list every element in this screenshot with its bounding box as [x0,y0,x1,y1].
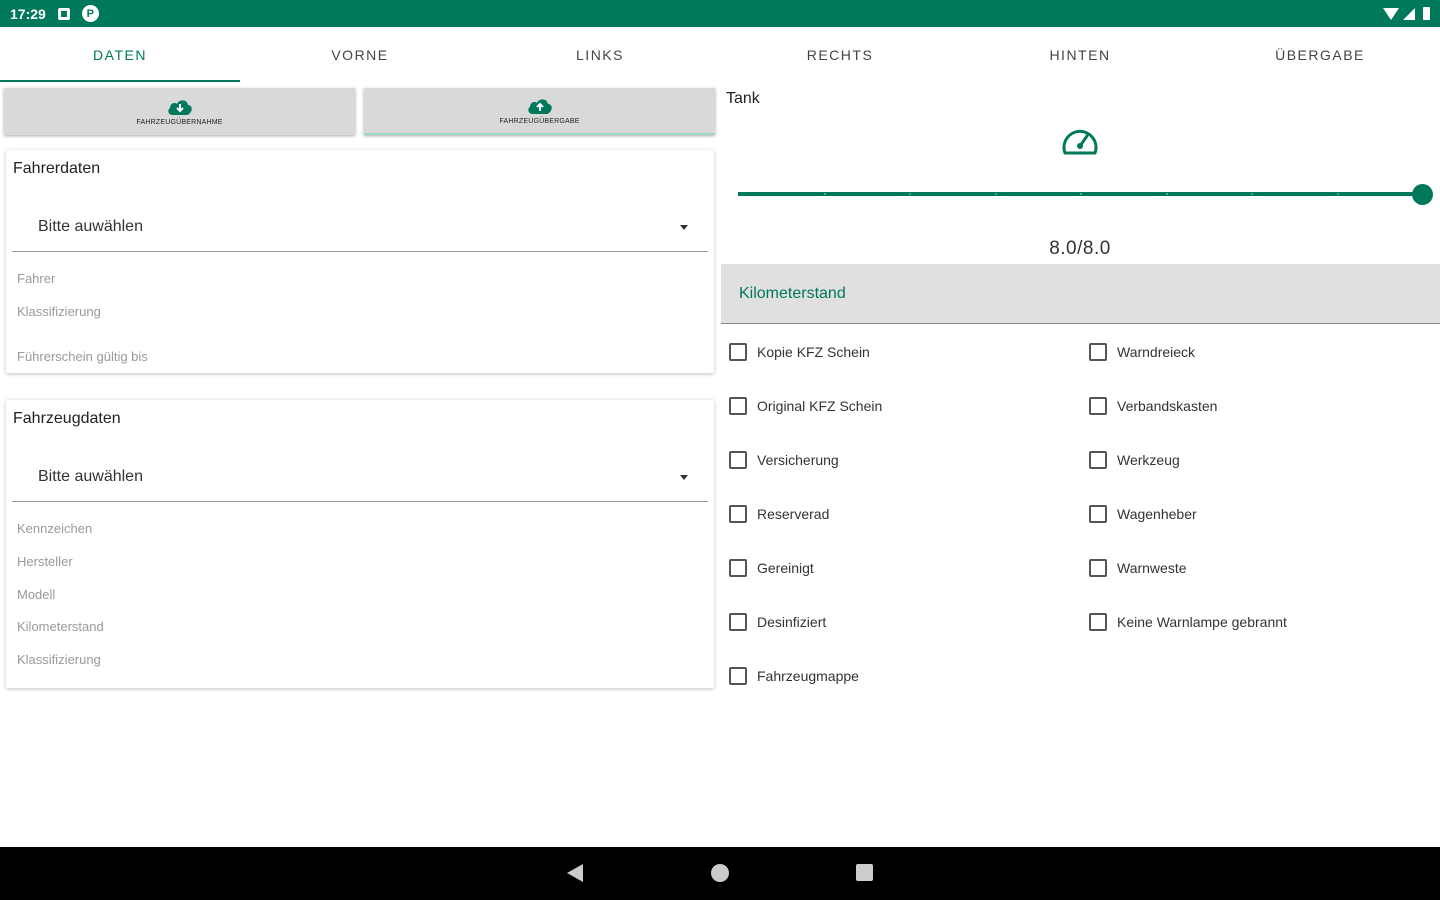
slider-tick [823,193,826,195]
checkbox-desinfiziert[interactable]: Desinfiziert [729,613,826,631]
checkbox-box[interactable] [729,397,747,415]
vehicle-card-title: Fahrzeugdaten [13,410,121,427]
field-fahrer: Fahrer [17,271,56,286]
checkbox-fahrzeugmappe[interactable]: Fahrzeugmappe [729,667,859,685]
handover-label: FAHRZEUGÜBERGABE [499,117,580,125]
handover-button[interactable]: FAHRZEUGÜBERGABE [364,88,715,135]
tab-vorne[interactable]: VORNE [240,27,480,82]
checkbox-box[interactable] [729,343,747,361]
checkbox-label: Original KFZ Schein [757,398,883,414]
checkbox-label: Warnweste [1117,560,1187,576]
cloud-upload-icon [527,97,553,115]
field-kilometerstand: Kilometerstand [17,619,104,634]
checkbox-warnweste[interactable]: Warnweste [1089,559,1187,577]
checkbox-box[interactable] [1089,505,1107,523]
slider-tick [994,193,997,195]
checkbox-warndreieck[interactable]: Warndreieck [1089,343,1195,361]
checkbox-label: Reserverad [757,506,830,522]
checkbox-box[interactable] [729,559,747,577]
vehicle-select-value: Bitte auwählen [38,467,143,485]
mileage-input[interactable]: Kilometerstand [721,264,1440,324]
checkbox-label: Verbandskasten [1117,398,1218,414]
checkbox-box[interactable] [1089,613,1107,631]
checkbox-box[interactable] [729,505,747,523]
checkbox-label: Warndreieck [1117,344,1196,360]
checkbox-box[interactable] [729,613,747,631]
checkbox-versicherung[interactable]: Versicherung [729,451,839,469]
status-bar: 17:29 P [0,0,1440,27]
tab-links[interactable]: LINKS [480,27,720,82]
checkbox-verbandskasten[interactable]: Verbandskasten [1089,397,1217,415]
checkbox-label: Wagenheber [1117,506,1197,522]
status-time: 17:29 [10,5,46,22]
tab-hinten[interactable]: HINTEN [960,27,1200,82]
vehicle-select[interactable]: Bitte auwählen [12,452,708,502]
speedometer-icon [1060,122,1100,158]
checkbox-box[interactable] [1089,559,1107,577]
checkbox-werkzeug[interactable]: Werkzeug [1089,451,1180,469]
checkbox-kopie-kfz-schein[interactable]: Kopie KFZ Schein [729,343,870,361]
wifi-icon [1383,7,1399,20]
checkbox-box[interactable] [1089,343,1107,361]
checkbox-box[interactable] [729,667,747,685]
field-hersteller: Hersteller [17,554,73,569]
notification-square-icon [57,7,70,20]
checkbox-label: Gereinigt [757,560,814,576]
field-fuehrerschein: Führerschein gültig bis [17,349,148,364]
checkbox-label: Kopie KFZ Schein [757,344,870,360]
checkbox-box[interactable] [1089,451,1107,469]
checkbox-label: Desinfiziert [757,614,827,630]
system-nav-bar [0,847,1440,900]
tank-slider-thumb[interactable] [1412,184,1433,205]
slider-tick [1080,193,1082,195]
driver-card-title: Fahrerdaten [13,160,101,177]
battery-icon [1423,7,1430,20]
back-icon[interactable] [567,864,583,882]
checkbox-gereinigt[interactable]: Gereinigt [729,559,814,577]
checkbox-box[interactable] [729,451,747,469]
field-klassifizierung: Klassifizierung [17,652,101,667]
takeover-label: FAHRZEUGÜBERNAHME [136,118,223,126]
tab-bar: DATEN VORNE LINKS RECHTS HINTEN ÜBERGABE [0,27,1440,82]
driver-select[interactable]: Bitte auwählen [12,202,708,252]
cell-signal-icon [1403,7,1415,20]
dropdown-caret-icon [680,475,688,480]
dropdown-caret-icon [680,225,688,230]
checkbox-keine-warnlampe[interactable]: Keine Warnlampe gebrannt [1089,613,1287,631]
tank-value: 8.0/8.0 [1049,238,1111,259]
notification-p-icon: P [81,5,99,22]
takeover-button[interactable]: FAHRZEUGÜBERNAHME [4,88,355,135]
slider-tick [1336,193,1339,195]
field-klassifizierung: Klassifizierung [17,304,101,319]
vehicle-card: Fahrzeugdaten Bitte auwählen Kennzeichen… [6,400,714,688]
checkbox-box[interactable] [1089,397,1107,415]
recent-apps-icon[interactable] [856,864,873,881]
field-modell: Modell [17,587,56,602]
cloud-download-icon [167,98,193,116]
slider-tick [909,193,911,195]
slider-tick [1165,193,1168,195]
tab-daten[interactable]: DATEN [0,27,240,82]
checkbox-label: Versicherung [757,452,839,468]
mileage-placeholder: Kilometerstand [739,284,846,302]
driver-select-value: Bitte auwählen [38,217,143,235]
slider-tick [1251,193,1253,195]
checkbox-label: Keine Warnlampe gebrannt [1117,614,1287,630]
checkbox-label: Werkzeug [1117,452,1180,468]
home-icon[interactable] [711,864,729,882]
checkbox-original-kfz-schein[interactable]: Original KFZ Schein [729,397,882,415]
tab-uebergabe[interactable]: ÜBERGABE [1200,27,1440,82]
checkbox-label: Fahrzeugmappe [757,668,859,684]
checkbox-wagenheber[interactable]: Wagenheber [1089,505,1197,523]
driver-card: Fahrerdaten Bitte auwählen Fahrer Klassi… [6,150,714,373]
field-kennzeichen: Kennzeichen [17,521,93,536]
checkbox-reserverad[interactable]: Reserverad [729,505,829,523]
tank-label: Tank [726,90,760,107]
tab-rechts[interactable]: RECHTS [720,27,960,82]
